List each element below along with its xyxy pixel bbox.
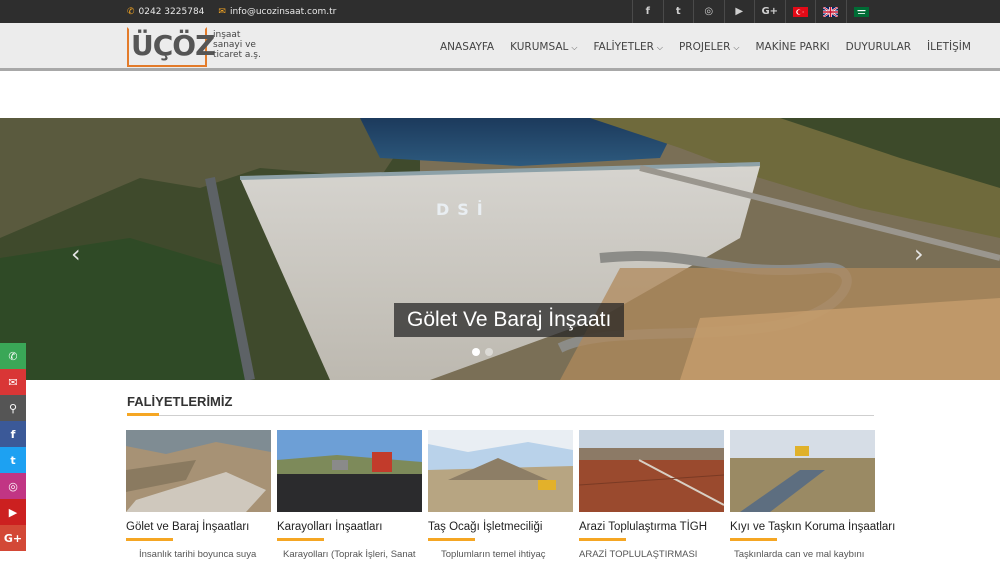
activity-accent [126,538,173,541]
sa-flag-icon [853,6,869,17]
mail-icon: ✉ [218,6,226,17]
phone-number: 0242 3225784 [138,6,205,17]
activity-description: Toplumların temel ihtiyaç [441,549,546,560]
top-contact: ✆ 0242 3225784 ✉ info@ucozinsaat.com.tr [127,0,336,23]
activity-image [277,430,422,512]
nav-label: DUYURULAR [845,41,912,53]
activity-title: Karayolları İnşaatları [277,521,383,533]
main-nav: ANASAYFA KURUMSAL ⌵ FALİYETLER ⌵ PROJELER ⌵… [440,23,971,71]
twitter-icon[interactable]: t [662,0,694,23]
youtube-icon[interactable]: ▶ [0,499,26,525]
facebook-icon[interactable]: f [632,0,663,23]
activity-description: İnsanlık tarihi boyunca suya [139,549,257,560]
chevron-down-icon: ⌵ [571,43,578,52]
activity-image [578,430,725,512]
email-address: info@ucozinsaat.com.tr [229,6,337,17]
site-header: ÜÇÖZ inşaat sanayi ve ticaret a.ş. ANASA… [0,23,1000,71]
slide-image-dam: DSİ [0,118,1000,380]
activity-image [126,430,271,512]
youtube-icon[interactable]: ▶ [723,0,755,23]
phone-link[interactable]: ✆ 0242 3225784 [127,7,204,17]
activity-card[interactable]: Kıyı ve Taşkın Koruma İnşaatları Taşkınl… [730,430,896,560]
activity-card[interactable]: Gölet ve Baraj İnşaatları İnsanlık tarih… [126,430,271,560]
section-divider [127,415,874,416]
nav-item-anasayfa[interactable]: ANASAYFA [440,41,502,53]
activity-accent [277,538,324,541]
tr-flag-icon [792,6,808,17]
nav-item-kurumsal[interactable]: KURUMSAL ⌵ [502,41,585,53]
slider-next-arrow-icon[interactable]: › [914,240,924,268]
instagram-icon[interactable]: ◎ [0,473,26,499]
hero-slider: DSİ [0,118,1000,380]
phone-icon[interactable]: ✆ [0,343,26,369]
facebook-icon[interactable]: f [0,421,26,447]
phone-icon: ✆ [127,6,135,17]
nav-item-projeler[interactable]: PROJELER ⌵ [671,41,747,53]
email-link[interactable]: ✉ info@ucozinsaat.com.tr [218,7,336,17]
google-plus-icon[interactable]: G+ [0,525,26,551]
logo-tagline-line: sanayi ve [213,40,256,50]
activity-description: ARAZİ TOPLULAŞTIRMASI [579,549,698,560]
slider-prev-arrow-icon[interactable]: ‹ [71,240,81,268]
mail-icon[interactable]: ✉ [0,369,26,395]
slider-dot[interactable] [472,348,480,356]
nav-label: PROJELER [678,41,731,53]
activity-accent [730,538,777,541]
google-plus-icon[interactable]: G+ [754,0,785,23]
logo-tagline-line: ticaret a.ş. [213,50,261,60]
logo-tagline-line: inşaat [213,30,241,40]
nav-item-iletisim[interactable]: İLETİŞİM [919,41,971,53]
nav-label: KURUMSAL [510,41,569,53]
slider-dots [472,348,493,356]
activity-description: Taşkınlarda can ve mal kaybını [734,549,865,560]
activity-title: Taş Ocağı İşletmeciliği [428,521,543,533]
activity-card[interactable]: Arazi Toplulaştırma TİGH ARAZİ TOPLULAŞT… [578,430,725,560]
nav-item-duyurular[interactable]: DUYURULAR [838,41,919,53]
top-bar: ✆ 0242 3225784 ✉ info@ucozinsaat.com.tr f … [0,0,1000,23]
activity-title: Arazi Toplulaştırma TİGH [579,521,708,533]
side-contact-bar: ✆ ✉ ⚲ f t ◎ ▶ G+ [0,343,26,551]
activity-description: Karayolları (Toprak İşleri, Sanat [283,549,416,560]
language-ar[interactable] [845,0,877,23]
location-icon[interactable]: ⚲ [0,395,26,421]
activity-title: Kıyı ve Taşkın Koruma İnşaatları [730,521,896,533]
logo-tagline: inşaat sanayi ve ticaret a.ş. [213,30,261,60]
dam-text: DSİ [436,200,491,219]
instagram-icon[interactable]: ◎ [693,0,724,23]
nav-item-faliyetler[interactable]: FALİYETLER ⌵ [585,41,671,53]
en-flag-icon [823,6,839,17]
activity-title: Gölet ve Baraj İnşaatları [126,521,250,533]
activity-card[interactable]: Karayolları İnşaatları Karayolları (Topr… [277,430,422,560]
nav-label: FALİYETLER [593,41,654,53]
section-accent [127,413,159,416]
section-title: FALİYETLERİMİZ [127,394,233,409]
nav-label: İLETİŞİM [927,41,971,53]
nav-label: MAKİNE PARKI [755,41,830,53]
twitter-icon[interactable]: t [0,447,26,473]
activity-accent [579,538,626,541]
language-tr[interactable] [784,0,816,23]
nav-label: ANASAYFA [440,41,495,53]
slide-caption: Gölet Ve Baraj İnşaatı [394,303,625,337]
chevron-down-icon: ⌵ [733,43,740,52]
chevron-down-icon: ⌵ [656,43,663,52]
activity-card[interactable]: Taş Ocağı İşletmeciliği Toplumların teme… [428,430,573,560]
activity-accent [428,538,475,541]
social-links: f t ◎ ▶ G+ [632,0,876,23]
logo-wordmark: ÜÇÖZ [131,29,215,62]
language-en[interactable] [815,0,846,23]
logo[interactable]: ÜÇÖZ inşaat sanayi ve ticaret a.ş. [127,27,263,67]
activity-image [428,430,573,512]
nav-item-makine-parki[interactable]: MAKİNE PARKI [747,41,837,53]
activity-image [730,430,875,512]
slider-dot[interactable] [485,348,493,356]
